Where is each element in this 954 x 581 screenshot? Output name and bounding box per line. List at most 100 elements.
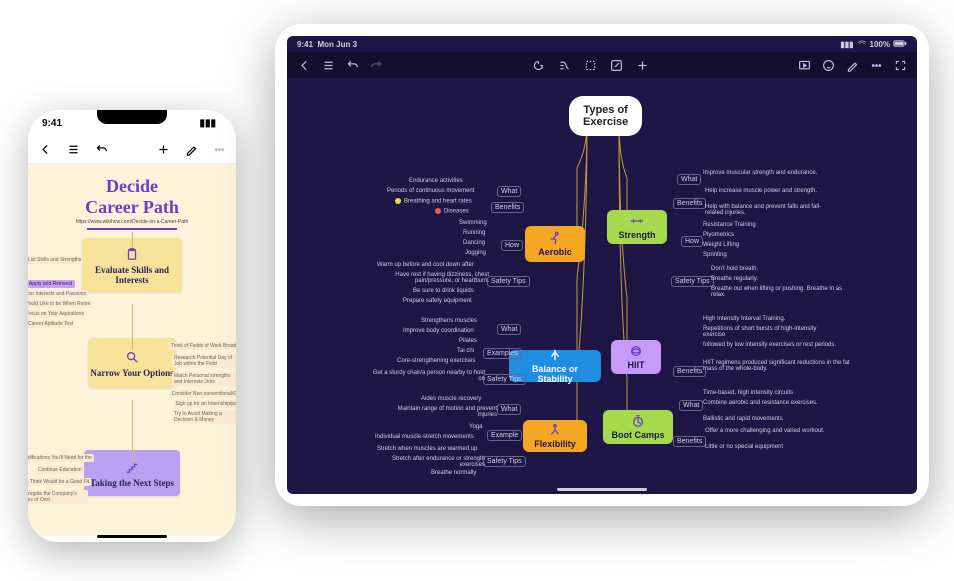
leaf: Breathe normally [431, 470, 476, 476]
more-icon[interactable] [869, 58, 883, 72]
home-indicator[interactable] [97, 535, 167, 538]
leaf-pill: Apply and Reinvest [28, 280, 75, 288]
leaf: Running [463, 230, 485, 236]
redo-icon[interactable] [369, 58, 383, 72]
leaf: Don't hold breath. [711, 266, 758, 272]
edit-icon[interactable] [609, 58, 623, 72]
subcap-safety: Safety Tips [671, 276, 714, 287]
leaf: Help with balance and prevent falls and … [705, 204, 835, 216]
node-strength[interactable]: Strength [607, 210, 667, 244]
leaf-label: Think of Fields of Work Broadly [169, 342, 236, 350]
leaf-label: Research Potential Day of Job within the… [172, 354, 236, 368]
more-icon[interactable] [212, 143, 226, 157]
tablet-toolbar [287, 52, 917, 78]
leaf: Prepare safety equipment [403, 298, 472, 304]
leaf: Breathing and heart rates [395, 198, 472, 205]
leaf: Repetitions of short bursts of high-inte… [703, 326, 833, 338]
signal-icon: ▮▮▮ [840, 40, 853, 49]
root-node[interactable]: Types ofExercise [569, 96, 642, 136]
leaf: Little or no special equipment [705, 444, 783, 450]
undo-icon[interactable] [94, 143, 108, 157]
subcap-examples: Examples [483, 348, 522, 359]
subcap-example: Example [487, 430, 522, 441]
tablet-device: 9:41 Mon Jun 3 ▮▮▮ 100% [275, 24, 929, 506]
leaf: Resistance Training [703, 222, 756, 228]
back-icon[interactable] [38, 143, 52, 157]
expand-icon[interactable] [893, 58, 907, 72]
leaf: Combine aerobic and resistance exercises… [703, 400, 823, 406]
undo-icon[interactable] [345, 58, 359, 72]
leaf: Get a sturdy chair/a person nearby to ho… [369, 370, 485, 382]
node-aerobic[interactable]: Aerobic [525, 226, 585, 262]
leaf-label: Match Personal strengths and Interests J… [172, 372, 236, 386]
back-icon[interactable] [297, 58, 311, 72]
leaf: Yoga [469, 424, 482, 430]
timer-icon [631, 414, 645, 428]
style-icon[interactable] [184, 143, 198, 157]
magnifier-icon [123, 348, 141, 366]
select-icon[interactable] [583, 58, 597, 72]
map-title: Decide Career Path [34, 176, 230, 217]
subcap-how: How [501, 240, 523, 251]
phone-toolbar [28, 136, 236, 164]
tablet-statusbar: 9:41 Mon Jun 3 ▮▮▮ 100% [287, 36, 917, 52]
focus-icon[interactable] [531, 58, 545, 72]
leaf-label: Focus on Your Aspirations [28, 310, 86, 318]
present-icon[interactable] [797, 58, 811, 72]
wifi-icon [857, 38, 867, 50]
emoji-icon[interactable] [821, 58, 835, 72]
subcap-what: What [497, 324, 521, 335]
leaf: Diseases [435, 208, 469, 215]
notch [97, 110, 167, 124]
leaf: Tai chi [457, 348, 474, 354]
leaf: Have rest if having dizziness, chest pai… [379, 272, 489, 284]
leaf: Ballistic and rapid movements [703, 416, 783, 422]
plus-icon[interactable] [156, 143, 170, 157]
node-flexibility[interactable]: Flexibility [523, 420, 587, 452]
leaf-label: Career Aptitude Test [28, 320, 75, 328]
leaf: Offer a more challenging and varied work… [705, 428, 835, 434]
subcap-benefits: Benefits [491, 202, 524, 213]
leaf: Periods of continuous movement [387, 188, 474, 194]
leaf: Dancing [463, 240, 485, 246]
list-icon[interactable] [321, 58, 335, 72]
signal-icon: ▮▮▮ [199, 118, 216, 129]
dot-icon [435, 208, 441, 214]
branch-icon[interactable] [557, 58, 571, 72]
leaf-label: List Skills and Strengths [28, 256, 83, 264]
phone-canvas[interactable]: Decide Career Path https://www.wikihow.c… [28, 164, 236, 536]
leaf: Endurance activities [409, 178, 463, 184]
leaf: Jogging [465, 250, 486, 256]
clipboard-icon [123, 245, 141, 263]
leaf: Pilates [459, 338, 477, 344]
subcap-safety: Safety Tips [483, 456, 526, 467]
subcap-what: What [679, 400, 703, 411]
leaf-label: Continue Education [36, 466, 84, 474]
leaf: HIIT regimens produced significant reduc… [703, 360, 853, 372]
leaf-label: Interrogate the Company's Values of Own [28, 490, 88, 504]
node-bootcamps[interactable]: Boot Camps [603, 410, 673, 444]
leaf: Improve muscular strength and endurance. [703, 170, 823, 176]
subcap-benefits: Benefits [673, 198, 706, 209]
style-icon[interactable] [845, 58, 859, 72]
leaf-label: Would Like to be When Retire [28, 300, 92, 308]
list-icon[interactable] [66, 143, 80, 157]
leaf: Swimming [459, 220, 487, 226]
stretch-icon [548, 423, 562, 437]
node-hiit[interactable]: HIIT [611, 340, 661, 374]
leaf: Maintain range of motion and prevent inj… [381, 406, 497, 418]
dot-icon [395, 198, 401, 204]
plus-icon[interactable] [635, 58, 649, 72]
home-indicator[interactable] [557, 488, 647, 491]
map-url: https://www.wikihow.com/Decide-on-a-Care… [34, 219, 230, 225]
subcap-safety: Safety Tips [487, 276, 530, 287]
phone-device: 9:41 ▮▮▮ Decide Career Path https://www.… [28, 110, 236, 542]
leaf: Stretch when muscles are warmed up [377, 446, 477, 452]
leaf: Plyometrics [703, 232, 734, 238]
tablet-canvas[interactable]: Types ofExercise Aerobic What Endurance … [287, 78, 917, 494]
balance-icon [548, 348, 562, 362]
status-indicators: ▮▮▮ [199, 118, 222, 129]
leaf: Help increase muscle power and strength. [705, 188, 825, 194]
ball-icon [629, 344, 643, 358]
leaf: Breathe regularly. [711, 276, 758, 282]
